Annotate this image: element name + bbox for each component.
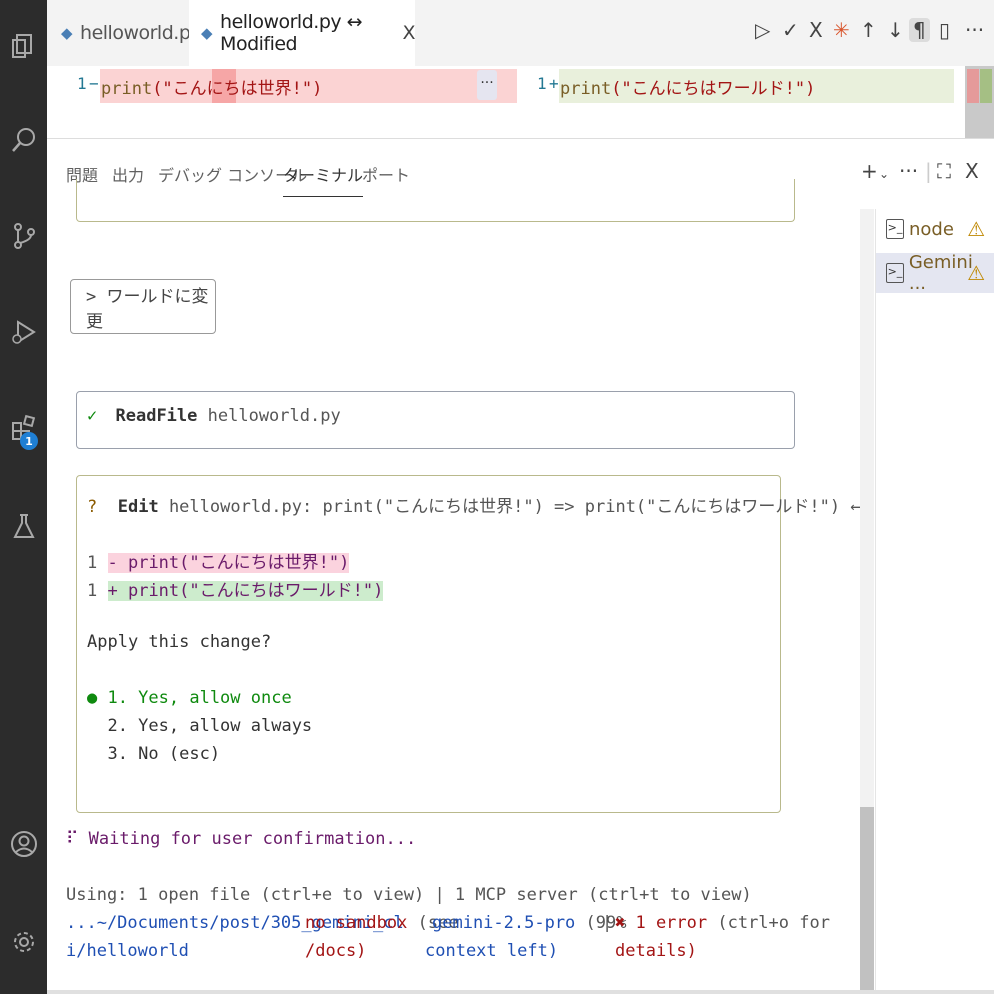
tool-name: Edit bbox=[117, 497, 159, 517]
previous-output-box bbox=[76, 179, 795, 222]
scrollbar-thumb[interactable] bbox=[860, 807, 874, 994]
tool-name: ReadFile bbox=[115, 406, 198, 426]
chevron-down-icon[interactable]: ⌄ bbox=[879, 167, 889, 181]
terminal-item-node[interactable]: >_ node ⚠ bbox=[876, 209, 994, 249]
extensions-badge: 1 bbox=[20, 432, 38, 450]
terminal-name: node bbox=[909, 218, 954, 240]
left-code: print("こんにちは世界!") bbox=[101, 79, 323, 99]
maximize-panel-icon[interactable]: ⛶ bbox=[937, 159, 951, 183]
right-code: print("こんにちはワールド!") bbox=[560, 79, 816, 99]
option-no[interactable]: 3. No (esc) bbox=[87, 744, 220, 764]
bottom-panel: 問題 出力 デバッグ コンソール ターミナル ポート + ⌄ ··· | ⛶ X… bbox=[47, 139, 994, 994]
warning-icon: ⚠ bbox=[967, 217, 985, 241]
activity-bar: 1 bbox=[0, 0, 47, 994]
x-icon[interactable]: X bbox=[809, 18, 823, 42]
context-info: Using: 1 open file (ctrl+e to view) | 1 … bbox=[66, 885, 752, 905]
right-line-number: 1 bbox=[537, 74, 547, 93]
check-icon: ✓ bbox=[87, 406, 98, 426]
option-allow-always[interactable]: 2. Yes, allow always bbox=[87, 716, 312, 736]
tool-file: helloworld.py bbox=[207, 406, 341, 426]
diff-editor: 1 − print("こんにちは世界!") ··· 1 + print("こんに… bbox=[47, 66, 994, 139]
terminal-icon: >_ bbox=[886, 219, 904, 239]
added-line: + print("こんにちはワールド!") bbox=[107, 581, 384, 601]
testing-icon[interactable] bbox=[6, 508, 41, 543]
apply-question: Apply this change? bbox=[87, 632, 272, 652]
account-icon[interactable] bbox=[6, 826, 41, 861]
sandbox-status: no sandbox bbox=[305, 913, 408, 933]
status-bar-edge bbox=[47, 990, 994, 994]
search-icon[interactable] bbox=[6, 122, 41, 157]
terminal-scrollbar[interactable] bbox=[860, 209, 874, 994]
waiting-status: ⠏ Waiting for user confirmation... bbox=[66, 829, 417, 849]
terminal-list: >_ node ⚠ >_ Gemini ... ⚠ bbox=[875, 209, 994, 994]
error-count: ✖ 1 error bbox=[615, 913, 708, 933]
context-left: context left) bbox=[425, 941, 559, 961]
error-details: details) bbox=[615, 941, 697, 961]
tab-label: helloworld.py ↔ Modified bbox=[220, 11, 363, 55]
new-terminal-icon[interactable]: + bbox=[861, 159, 878, 183]
terminal-icon: >_ bbox=[886, 263, 904, 283]
diff-more-button[interactable]: ··· bbox=[477, 70, 497, 100]
settings-gear-icon[interactable] bbox=[6, 924, 41, 959]
source-control-icon[interactable] bbox=[6, 218, 41, 253]
more-icon[interactable]: ··· bbox=[965, 18, 984, 42]
edit-description: helloworld.py: print("こんにちは世界!") => prin… bbox=[168, 497, 861, 517]
left-line-number: 1 bbox=[77, 74, 87, 93]
status-separator: | bbox=[602, 913, 613, 933]
edit-tool-box: ? Edit helloworld.py: print("こんにちは世界!") … bbox=[76, 475, 861, 813]
deleted-line: - print("こんにちは世界!") bbox=[107, 553, 350, 573]
ruler-deleted-mark bbox=[967, 69, 979, 103]
sandbox-docs: /docs) bbox=[305, 941, 367, 961]
more-icon[interactable]: ··· bbox=[899, 159, 918, 183]
left-line-marker: − bbox=[89, 74, 99, 93]
separator: | bbox=[925, 159, 932, 183]
right-line-marker: + bbox=[549, 74, 559, 93]
cwd-path-cont: i/helloworld bbox=[66, 941, 189, 961]
close-panel-icon[interactable]: X bbox=[965, 159, 979, 183]
model-name: gemini-2.5-pro bbox=[432, 913, 576, 933]
warning-icon: ⚠ bbox=[967, 261, 985, 285]
readfile-tool-box: ✓ ReadFile helloworld.py bbox=[76, 391, 795, 449]
option-allow-once[interactable]: ● 1. Yes, allow once bbox=[87, 688, 292, 708]
close-tab-button[interactable]: X bbox=[402, 22, 415, 44]
terminal-item-gemini[interactable]: >_ Gemini ... ⚠ bbox=[876, 252, 994, 294]
arrow-up-icon[interactable]: ↑ bbox=[860, 18, 877, 42]
python-file-icon: ◆ bbox=[61, 24, 73, 42]
arrow-down-icon[interactable]: ↓ bbox=[887, 18, 904, 42]
pilcrow-icon[interactable]: ¶ bbox=[909, 18, 930, 42]
check-icon[interactable]: ✓ bbox=[782, 18, 799, 42]
tab-label: helloworld.py bbox=[80, 22, 202, 44]
user-prompt: > ワールドに変更 bbox=[70, 279, 216, 334]
run-icon[interactable]: ▷ bbox=[755, 18, 770, 42]
editor-tab-bar: ◆ helloworld.py ◆ helloworld.py ↔ Modifi… bbox=[47, 0, 994, 66]
python-file-icon: ◆ bbox=[201, 24, 213, 42]
explorer-icon[interactable] bbox=[6, 28, 41, 63]
tab-helloworld[interactable]: ◆ helloworld.py bbox=[47, 0, 203, 66]
ruler-added-mark bbox=[980, 69, 992, 103]
run-debug-icon[interactable] bbox=[6, 314, 41, 349]
gemini-spark-icon[interactable]: ✳ bbox=[833, 18, 850, 42]
question-icon: ? bbox=[87, 497, 98, 517]
tab-helloworld-diff[interactable]: ◆ helloworld.py ↔ Modified X bbox=[189, 0, 415, 66]
split-editor-icon[interactable]: ▯ bbox=[939, 18, 950, 42]
